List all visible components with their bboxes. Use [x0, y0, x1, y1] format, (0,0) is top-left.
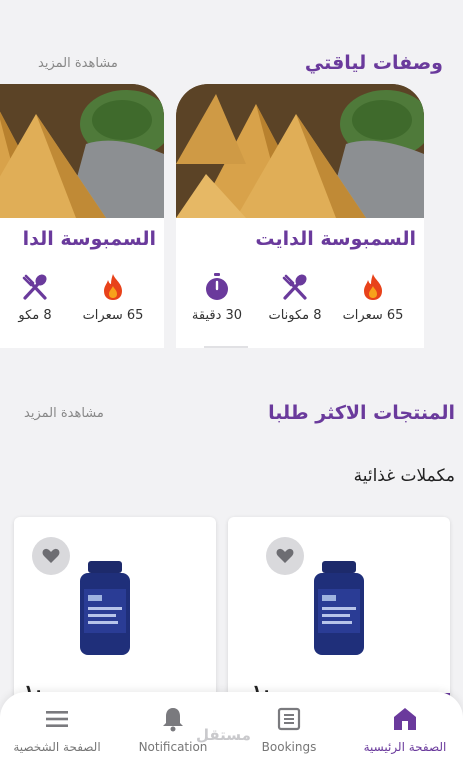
product-bottle-image [80, 561, 130, 655]
recipe-photo [176, 84, 424, 218]
recipe-calories-value: 65 سعرات [342, 308, 404, 323]
recipe-calories-value: 65 سعرات [82, 308, 144, 323]
recipe-name: السمبوسة الدايت [255, 228, 416, 250]
product-card[interactable]: ١٠ [14, 517, 216, 717]
nav-label-profile: الصفحة الشخصية [13, 740, 101, 754]
favorite-button[interactable] [266, 537, 304, 575]
recipe-duration-value: 30 دقيقة [191, 308, 243, 323]
products-section-title: المنتجات الاكثر طلبا [268, 402, 455, 424]
product-bottle-image [314, 561, 364, 655]
recipe-ingredients-stat: 8 مكونات [256, 272, 334, 328]
product-card[interactable]: ١٠ [228, 517, 450, 717]
fork-spoon-icon [282, 274, 307, 300]
bottom-navigation-bar: الصفحة الرئيسية Bookings Notification ال… [0, 692, 463, 772]
nav-item-home[interactable]: الصفحة الرئيسية [350, 706, 460, 766]
bookings-icon [277, 707, 301, 731]
recipe-ingredients-value: 8 مكو [18, 308, 52, 323]
recipe-calories-stat: 65 سعرات [334, 272, 412, 328]
fork-spoon-icon [22, 274, 47, 300]
recipe-duration-stat: 30 دقيقة [178, 272, 256, 328]
recipes-section-header: وصفات لياقتي مشاهدة المزيد [0, 52, 463, 82]
recipe-card[interactable]: السمبوسة الدا 65 سعرات 8 مكو [0, 84, 164, 348]
menu-icon [46, 711, 68, 727]
flame-icon [364, 274, 382, 300]
recipe-ingredients-value: 8 مكونات [268, 308, 322, 323]
recipes-see-more-link[interactable]: مشاهدة المزيد [38, 56, 118, 71]
recipe-calories-stat: 65 سعرات [74, 272, 152, 328]
products-category-title: مكملات غذائية [353, 466, 455, 486]
products-section-header: المنتجات الاكثر طلبا مشاهدة المزيد [0, 402, 463, 432]
stopwatch-icon [206, 273, 228, 300]
nav-item-profile[interactable]: الصفحة الشخصية [2, 706, 112, 766]
recipe-ingredients-stat: 8 مكو [0, 272, 74, 328]
recipes-section-title: وصفات لياقتي [304, 52, 443, 74]
recipes-carousel[interactable]: السمبوسة الدايت 65 سعرات 8 مكونات 30 دقي… [0, 84, 463, 352]
card-divider [204, 346, 248, 348]
products-see-more-link[interactable]: مشاهدة المزيد [24, 406, 104, 421]
recipe-name: السمبوسة الدا [22, 228, 156, 250]
heart-icon [42, 548, 60, 563]
favorite-button[interactable] [32, 537, 70, 575]
heart-icon [276, 548, 294, 563]
bell-icon [163, 708, 183, 732]
recipe-photo [0, 84, 164, 218]
recipe-card[interactable]: السمبوسة الدايت 65 سعرات 8 مكونات 30 دقي… [176, 84, 424, 348]
nav-label-home: الصفحة الرئيسية [363, 740, 447, 754]
watermark: مستقل [196, 726, 251, 744]
flame-icon [104, 274, 122, 300]
home-icon [394, 708, 416, 730]
